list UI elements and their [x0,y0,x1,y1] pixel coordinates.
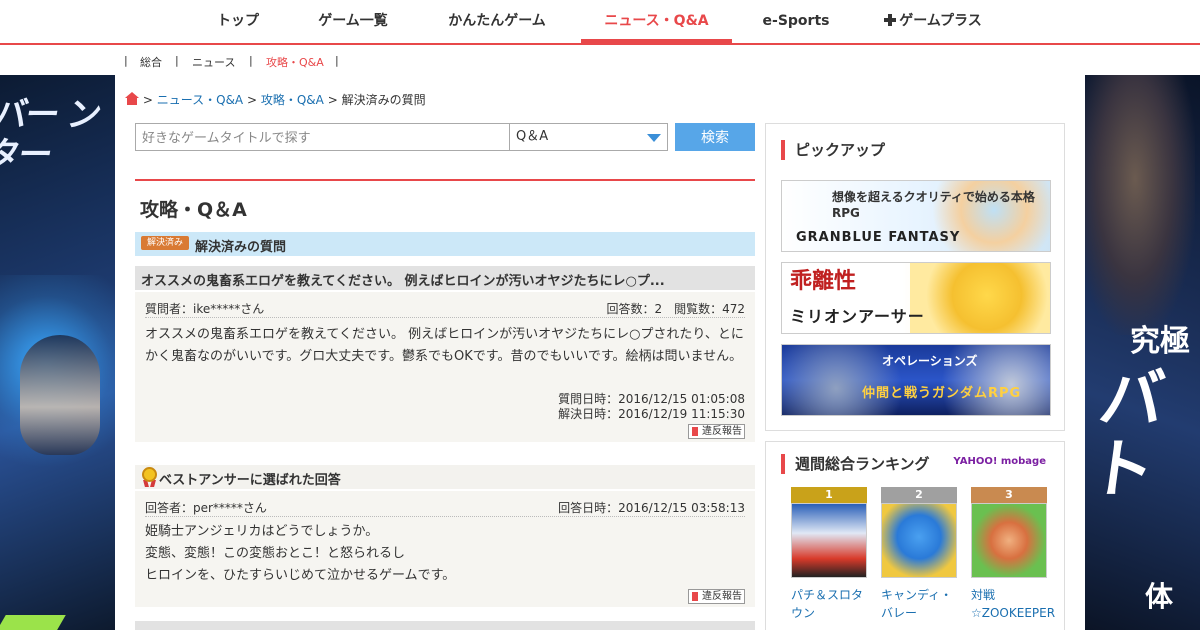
nav-top[interactable]: トップ [204,0,272,43]
best-answer-body: 回答者：per*****さん 回答日時：2016/12/15 03:58:13 … [135,491,755,607]
search-button[interactable]: 検索 [675,123,755,151]
subnav-separator: | [124,54,128,67]
subnav-separator: | [249,54,253,67]
pickup-banner-gundam[interactable]: オペレーションズ 仲間と戦うガンダムRPG [781,344,1051,416]
home-icon[interactable] [125,92,139,105]
nav-news-qa[interactable]: ニュース・Q&A [581,0,732,43]
right-banner-text: 体 [1145,580,1174,613]
provider-logo: YAHOO! mobage [953,456,1046,467]
answered-at: 回答日時：2016/12/15 03:58:13 [558,501,745,515]
banner-title: 仲間と戦うガンダムRPG [862,386,1022,401]
breadcrumb-strategy-qa[interactable]: 攻略・Q&A [261,93,324,107]
pickup-banner-million-arthur[interactable]: 乖離性 ミリオンアーサー [781,262,1051,334]
question-counts: 回答数：2 閲覧数：472 [606,302,745,316]
subnav-strategy-qa[interactable]: 攻略・Q&A [266,54,324,70]
resolved-question-header: 解決済み 解決済みの質問 [135,232,755,256]
rank-number: 1 [791,487,867,503]
report-label: 違反報告 [702,426,742,437]
resolved-badge: 解決済み [141,236,189,250]
banner-text: オペレーションズ [882,354,978,368]
weekly-ranking-box: 週間総合ランキング YAHOO! mobage 1 パチ＆スロタウン 2 キャン… [765,441,1065,630]
report-label: 違反報告 [702,591,742,602]
subnav-separator: | [335,54,339,67]
report-flag-icon [692,592,698,601]
report-button[interactable]: 違反報告 [688,424,745,439]
report-flag-icon [692,427,698,436]
page-title: 攻略・Q＆A [140,199,247,221]
nav-game-plus[interactable]: ゲームプラス [878,0,988,43]
nav-game-list[interactable]: ゲーム一覧 [306,0,400,43]
game-name-link[interactable]: 対戦☆ZOOKEEPER [971,586,1055,622]
banner-character-art [20,335,100,455]
question-meta: 質問者：ike*****さん 回答数：2 閲覧数：472 [145,300,745,318]
answer-line: 変態、変態！この変態おとこ！と怒られるし [145,546,406,561]
game-thumbnail[interactable] [791,503,867,578]
game-thumbnail[interactable] [971,503,1047,578]
rank-number: 3 [971,487,1047,503]
asker-name: 質問者：ike*****さん [145,302,265,316]
pickup-heading: ピックアップ [781,140,885,160]
subnav-general[interactable]: 総合 [140,54,162,70]
answer-line: 姫騎士アンジェリカはどうでしょうか。 [145,524,379,539]
plus-icon [884,14,897,26]
sub-navigation: | 総合 | ニュース | 攻略・Q&A | [0,45,1200,75]
resolved-title: 解決済みの質問 [195,240,287,255]
answerer-name: 回答者：per*****さん [145,501,267,515]
banner-text: 乖離性 [790,269,857,294]
question-text: オススメの鬼畜系エロゲを教えてください。 例えばヒロインが汚いオヤジたちにレ○プ… [145,327,744,364]
ranking-item[interactable]: 2 キャンディ・バレー [881,487,957,622]
question-body: 質問者：ike*****さん 回答数：2 閲覧数：472 オススメの鬼畜系エロゲ… [135,292,755,442]
right-side-banner-ad[interactable]: 究極 バト 体 [1085,75,1200,630]
answer-meta: 回答者：per*****さん 回答日時：2016/12/15 03:58:13 [145,499,745,517]
ranking-heading: 週間総合ランキング [781,454,930,474]
search-category-value: Q＆A [516,129,549,144]
left-banner-text: バー ンター [0,95,103,175]
pickup-banner-granblue[interactable]: 想像を超えるクオリティで始める本格RPG GRANBLUE FANTASY [781,180,1051,252]
left-side-banner-ad[interactable]: バー ンター [0,75,115,630]
subnav-news[interactable]: ニュース [192,54,235,70]
next-answer-header [135,621,755,630]
question-title: オススメの鬼畜系エロゲを教えてください。 例えばヒロインが汚いオヤジたちにレ○プ… [141,274,665,289]
nav-esports[interactable]: e-Sports [758,0,834,43]
game-thumbnail[interactable] [881,503,957,578]
banner-art [910,263,1050,333]
resolved-at: 解決日時：2016/12/19 11:15:30 [558,407,745,421]
answer-text: 姫騎士アンジェリカはどうでしょうか。 変態、変態！この変態おとこ！と怒られるし … [145,521,745,587]
search-category-select[interactable]: Q＆A [509,123,668,151]
medal-icon [141,467,158,487]
right-banner-text: バト [1085,363,1170,507]
chevron-down-icon [647,134,661,142]
banner-title: GRANBLUE FANTASY [796,230,961,245]
top-navigation: トップ ゲーム一覧 かんたんゲーム ニュース・Q&A e-Sports ゲームプ… [0,0,1200,45]
rank-number: 2 [881,487,957,503]
asked-at: 質問日時：2016/12/15 01:05:08 [558,392,745,406]
main-content: > ニュース・Q&A > 攻略・Q&A > 解決済みの質問 Q＆A 検索 攻略・… [115,75,1085,630]
best-answer-title: ベストアンサーに選ばれた回答 [159,473,341,488]
breadcrumb-current: 解決済みの質問 [341,93,426,107]
nav-game-plus-label: ゲームプラス [899,13,982,29]
ranking-item[interactable]: 3 対戦☆ZOOKEEPER [971,487,1055,622]
section-divider [135,179,755,181]
banner-character-art [1085,75,1195,335]
pickup-box: ピックアップ 想像を超えるクオリティで始める本格RPG GRANBLUE FAN… [765,123,1065,431]
question-title-bar: オススメの鬼畜系エロゲを教えてください。 例えばヒロインが汚いオヤジたちにレ○プ… [135,266,755,290]
answer-line: ヒロインを、ひたすらいじめて泣かせるゲームです。 [145,568,456,583]
ranking-item[interactable]: 1 パチ＆スロタウン [791,487,867,622]
report-button[interactable]: 違反報告 [688,589,745,604]
game-title-search-input[interactable] [135,123,510,151]
best-answer-header: ベストアンサーに選ばれた回答 [135,465,755,489]
banner-text: 想像を超えるクオリティで始める本格RPG [832,190,1035,220]
banner-title: ミリオンアーサー [790,307,925,326]
nav-easy-games[interactable]: かんたんゲーム [436,0,558,43]
breadcrumb: > ニュース・Q&A > 攻略・Q&A > 解決済みの質問 [125,91,426,108]
breadcrumb-news-qa[interactable]: ニュース・Q&A [157,93,243,107]
game-name-link[interactable]: キャンディ・バレー [881,586,961,622]
right-banner-text: 究極 [1130,324,1190,359]
question-dates: 質問日時：2016/12/15 01:05:08 解決日時：2016/12/19… [558,392,745,422]
subnav-separator: | [175,54,179,67]
game-name-link[interactable]: パチ＆スロタウン [791,586,871,622]
